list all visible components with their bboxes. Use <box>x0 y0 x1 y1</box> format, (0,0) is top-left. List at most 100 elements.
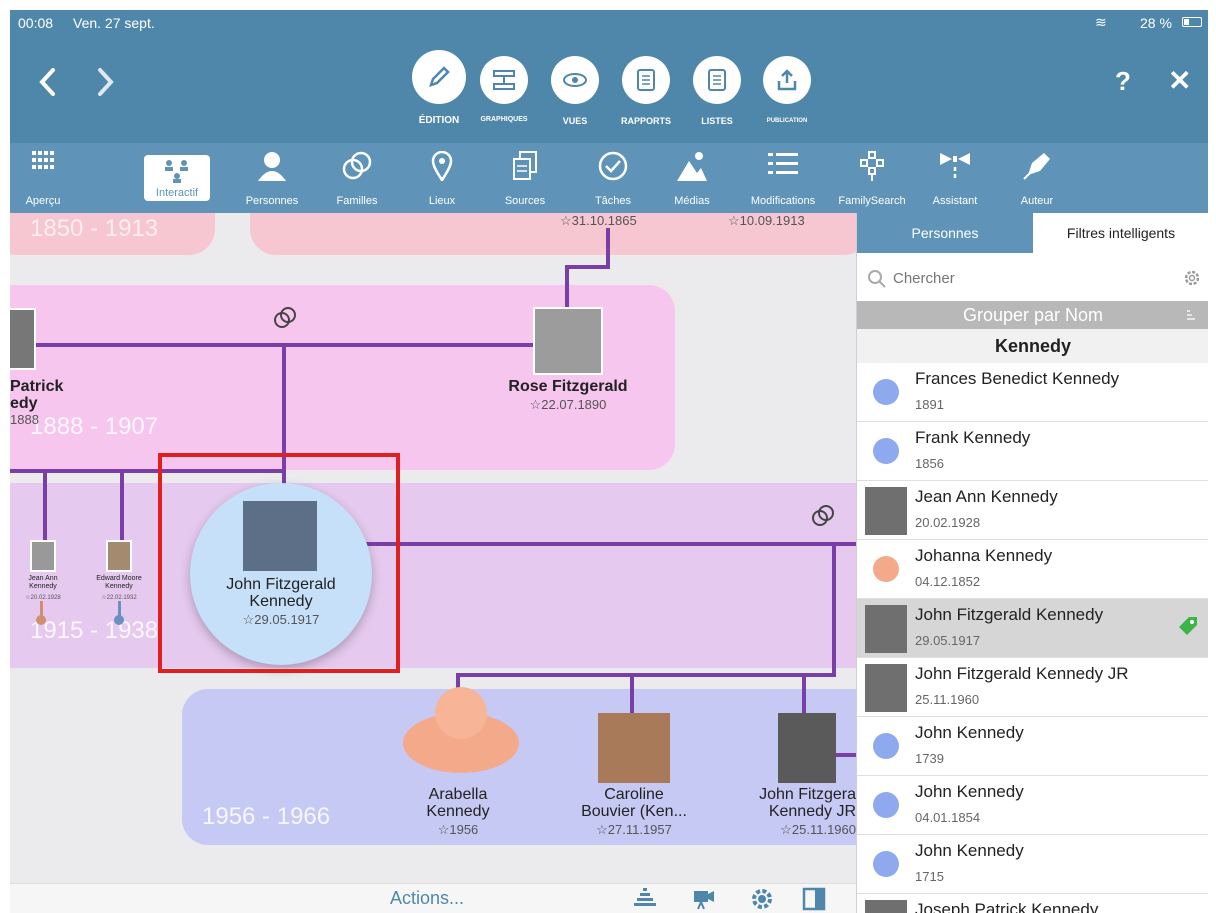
person-photo[interactable] <box>30 540 56 572</box>
mode-nav: ÉDITION GRAPHIQUES VUES RAPPORTS LISTES … <box>10 46 1208 143</box>
align-icon[interactable] <box>634 888 656 910</box>
avatar-dot-icon <box>873 438 899 464</box>
list-item-name: John Kennedy <box>915 723 1024 742</box>
tool-assistant[interactable]: Assistant <box>925 143 985 213</box>
placeholder-avatar-icon[interactable] <box>398 683 524 779</box>
person-photo[interactable] <box>598 713 670 783</box>
list-item[interactable]: John Kennedy 04.01.1854 <box>857 776 1208 835</box>
list-item[interactable]: Jean Ann Kennedy 20.02.1928 <box>857 481 1208 540</box>
mode-label: RAPPORTS <box>620 116 671 126</box>
list-item-date: 1891 <box>915 397 944 412</box>
list-item[interactable]: John Kennedy 1739 <box>857 717 1208 776</box>
grid-icon <box>32 151 54 174</box>
people-panel: Personnes Filtres intelligents Grouper p… <box>856 213 1208 913</box>
tool-label: Auteur <box>1020 195 1054 207</box>
tool-label: Familles <box>336 195 378 207</box>
tool-auteur[interactable]: Auteur <box>1012 143 1062 213</box>
avatar <box>865 664 907 712</box>
list-item[interactable]: Joseph Patrick Kennedy <box>857 894 1208 913</box>
list-item[interactable]: John Kennedy 1715 <box>857 835 1208 894</box>
tool-familysearch[interactable]: FamilySearch <box>832 143 912 213</box>
list-item-date: 29.05.1917 <box>915 633 981 648</box>
top-toolbar: 00:08 Ven. 27 sept. ≋ 28 % ÉDITION GRAPH… <box>10 10 1208 143</box>
close-button[interactable]: ✕ <box>1168 64 1191 97</box>
sort-icon[interactable] <box>1187 309 1197 321</box>
tool-lieux[interactable]: Lieux <box>420 143 464 213</box>
list-item-date: 04.12.1852 <box>915 574 981 589</box>
person-name: Edward Moore Kennedy <box>96 575 142 590</box>
tool-modifications[interactable]: Modifications <box>740 143 826 213</box>
list-item-date: 1856 <box>915 456 944 471</box>
list-item[interactable]: John Fitzgerald Kennedy 29.05.1917 <box>857 599 1208 658</box>
person-list: Frances Benedict Kennedy 1891 Frank Kenned… <box>857 363 1208 913</box>
person-photo[interactable] <box>106 540 132 572</box>
wizard-icon <box>938 151 972 186</box>
tool-sources[interactable]: Sources <box>500 143 550 213</box>
tool-medias[interactable]: Médias <box>670 143 714 213</box>
search-input[interactable] <box>893 265 1163 291</box>
tool-personnes[interactable]: Personnes <box>240 143 304 213</box>
person-photo[interactable] <box>10 308 36 370</box>
relationship-line <box>836 753 856 757</box>
pin-icon <box>431 150 453 186</box>
chart-icon <box>480 56 528 104</box>
familysearch-icon <box>860 151 884 186</box>
mode-edition[interactable]: ÉDITION <box>408 50 466 126</box>
family-tree-canvas[interactable]: 1850 - 1913 1888 - 1907 1915 - 1938 1956… <box>10 213 856 883</box>
list-item[interactable]: Frank Kennedy 1856 <box>857 422 1208 481</box>
band-years: 1850 - 1913 <box>30 215 159 242</box>
list-item-name: Frances Benedict Kennedy <box>915 369 1120 388</box>
tool-taches[interactable]: Tâches <box>588 143 638 213</box>
bottom-toolbar: Actions... <box>10 883 856 913</box>
person-icon <box>258 151 286 186</box>
sidebar-toggle-icon[interactable] <box>802 887 826 911</box>
mode-vues[interactable]: VUES <box>551 56 599 126</box>
upload-icon <box>763 56 811 104</box>
mode-graphiques[interactable]: GRAPHIQUES <box>480 56 528 123</box>
tool-interactif[interactable]: Interactif <box>144 155 210 201</box>
node-dot <box>114 615 124 625</box>
tool-label: Sources <box>504 195 546 207</box>
list-item[interactable]: Frances Benedict Kennedy 1891 <box>857 363 1208 422</box>
battery-icon <box>1182 17 1202 27</box>
actions-button[interactable]: Actions... <box>390 888 464 909</box>
mode-rapports[interactable]: RAPPORTS <box>621 56 671 126</box>
help-button[interactable]: ? <box>1115 66 1131 97</box>
tool-familles[interactable]: Familles <box>330 143 384 213</box>
camera-icon[interactable] <box>692 887 716 911</box>
list-item[interactable]: Johanna Kennedy 04.12.1852 <box>857 540 1208 599</box>
battery-percent: 28 % <box>1140 15 1172 31</box>
gear-icon[interactable] <box>750 887 774 911</box>
person-name: Rose Fitzgerald <box>508 378 628 395</box>
person-date: ☆22.07.1890 <box>529 397 607 412</box>
person-photo[interactable] <box>778 713 836 783</box>
group-by-header[interactable]: Grouper par Nom <box>857 301 1208 329</box>
person-photo[interactable] <box>533 307 603 375</box>
settings-gear-icon[interactable] <box>1183 269 1201 287</box>
person-date: ☆20.02.1928 <box>25 595 61 601</box>
avatar-dot-icon <box>873 792 899 818</box>
section-header: Kennedy <box>857 329 1208 363</box>
person-date: 1888 <box>10 412 39 427</box>
app-window: 00:08 Ven. 27 sept. ≋ 28 % ÉDITION GRAPH… <box>10 10 1208 913</box>
list-item[interactable]: John Fitzgerald Kennedy JR 25.11.1960 <box>857 658 1208 717</box>
mode-label: VUES <box>562 116 588 126</box>
chevron-right-icon[interactable] <box>95 68 115 96</box>
list-item-name: John Fitzgerald Kennedy JR <box>915 664 1129 683</box>
mode-publication[interactable]: PUBLICATION <box>763 56 811 124</box>
relationship-line <box>456 673 836 677</box>
tab-filtres-intelligents[interactable]: Filtres intelligents <box>1033 213 1208 253</box>
list-item-name: John Kennedy <box>915 782 1024 801</box>
tool-apercu[interactable]: Aperçu <box>18 143 68 213</box>
avatar-dot-icon <box>873 379 899 405</box>
chevron-left-icon[interactable] <box>38 68 58 96</box>
relationship-line <box>10 343 570 347</box>
mode-listes[interactable]: LISTES <box>693 56 741 126</box>
tag-icon[interactable] <box>1177 615 1199 637</box>
rings-icon[interactable] <box>810 503 838 529</box>
tab-personnes[interactable]: Personnes <box>857 213 1033 253</box>
node-dot <box>36 615 46 625</box>
person-name: Kennedy <box>426 803 490 820</box>
tool-label: Interactif <box>155 187 199 199</box>
rings-icon[interactable] <box>272 305 300 331</box>
